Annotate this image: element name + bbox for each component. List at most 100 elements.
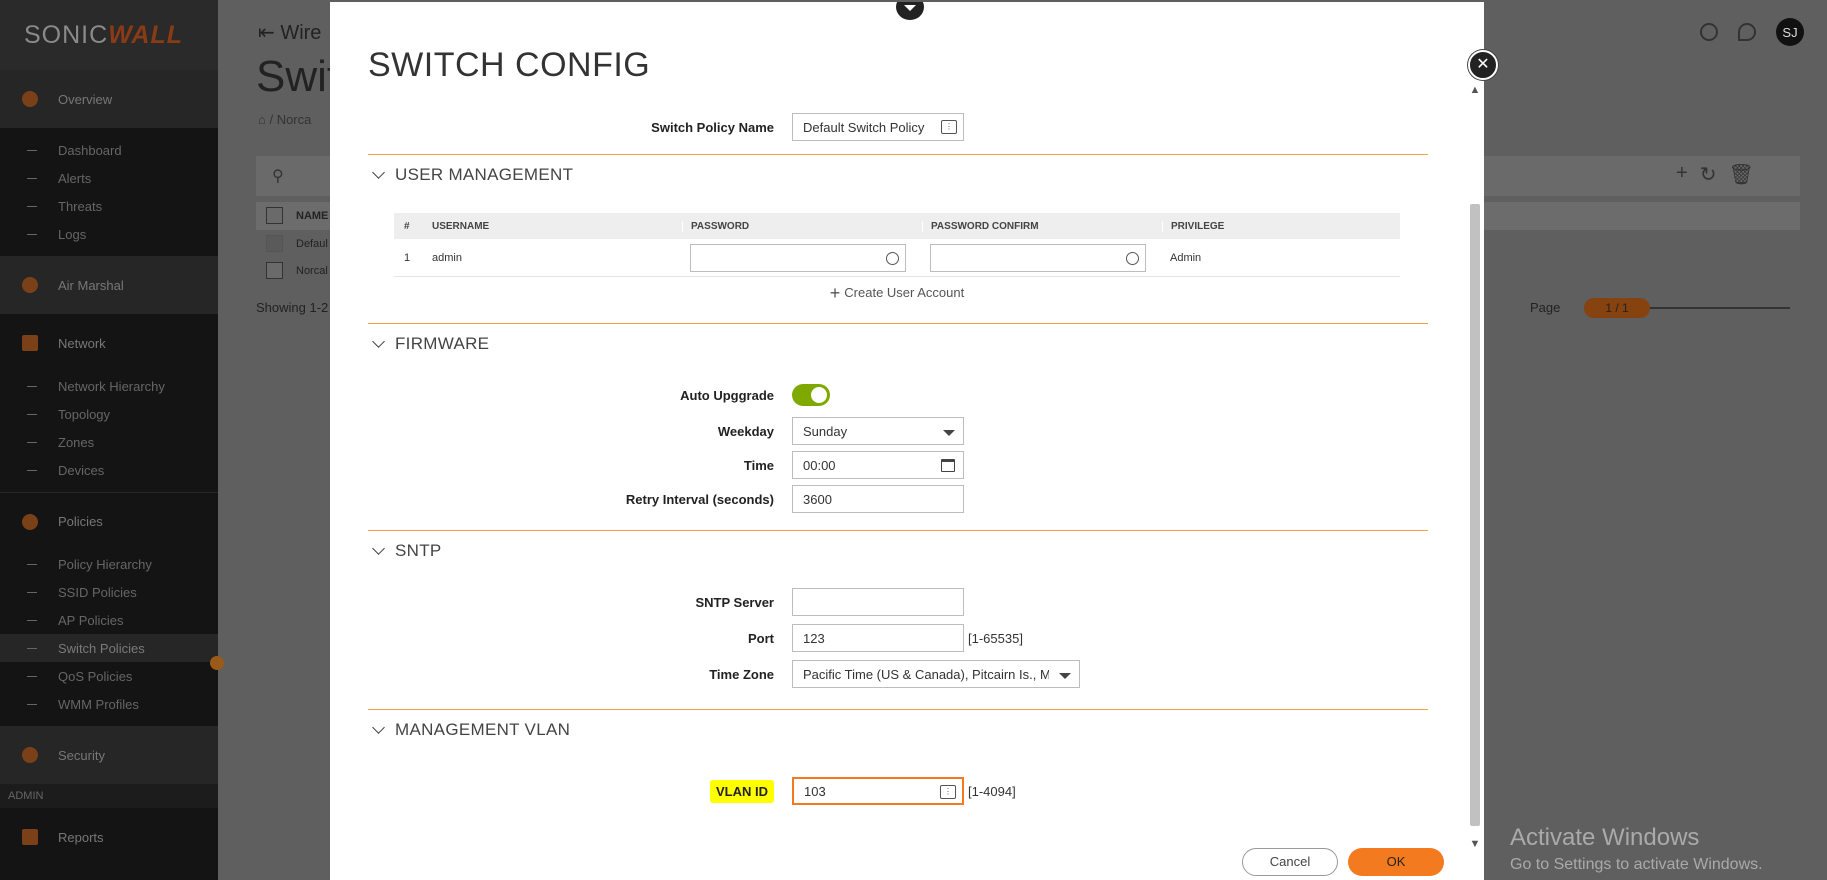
policy-name-field[interactable]: Default Switch Policy ⋮ <box>792 113 964 141</box>
nav-item-network-hierarchy[interactable]: Network Hierarchy <box>0 372 218 400</box>
admin-section-label: ADMIN <box>0 784 218 808</box>
bg-page-label: Page <box>1530 300 1561 315</box>
retry-interval-input[interactable]: 3600 <box>792 485 964 513</box>
nav-overview[interactable]: Overview <box>0 70 218 128</box>
nav-item-logs[interactable]: Logs <box>0 220 218 248</box>
field-info-icon: ⋮ <box>941 120 957 134</box>
nav-item-policy-hierarchy[interactable]: Policy Hierarchy <box>0 550 218 578</box>
row-checkbox[interactable] <box>266 262 283 279</box>
air-marshal-icon <box>22 277 38 293</box>
time-zone-row: Time Zone Pacific Time (US & Canada), Pi… <box>368 659 1428 689</box>
chevron-down-icon <box>372 335 385 348</box>
policy-name-row: Switch Policy Name Default Switch Policy… <box>368 112 1428 142</box>
eye-icon[interactable] <box>1126 251 1139 265</box>
chevron-down-icon <box>943 430 955 436</box>
vlan-id-input[interactable]: 103 ⋮ <box>792 777 964 805</box>
trash-icon[interactable]: 🗑 <box>1728 162 1753 187</box>
sidebar: SONIC WALL Overview Dashboard Alerts Thre… <box>0 0 218 880</box>
nav-item-ap-policies[interactable]: AP Policies <box>0 606 218 634</box>
nav-item-dashboard[interactable]: Dashboard <box>0 136 218 164</box>
vlan-id-label: VLAN ID <box>710 779 774 803</box>
weekday-row: Weekday Sunday <box>368 416 1428 446</box>
chevron-down-icon[interactable] <box>896 2 924 20</box>
nav-reports[interactable]: Reports <box>0 808 218 866</box>
section-sntp: SNTP SNTP Server Port 123 [1-65535] Time… <box>368 530 1428 709</box>
port-input[interactable]: 123 <box>792 624 964 652</box>
policy-name-label: Switch Policy Name <box>651 119 774 135</box>
user-table-header: # USERNAME PASSWORD PASSWORD CONFIRM PRI… <box>394 213 1400 239</box>
refresh-icon[interactable]: ↻ <box>1700 162 1717 187</box>
nav-item-ssid-policies[interactable]: SSID Policies <box>0 578 218 606</box>
modal-scrollbar[interactable]: ▲ ▼ <box>1466 82 1484 852</box>
firmware-toggle[interactable]: FIRMWARE <box>368 324 1428 364</box>
table-row: 1 admin Admin <box>394 239 1400 277</box>
user-table: # USERNAME PASSWORD PASSWORD CONFIRM PRI… <box>394 213 1400 309</box>
create-user-account-button[interactable]: + Create User Account <box>394 277 1400 309</box>
time-input[interactable]: 00:00 <box>792 451 964 479</box>
switch-config-modal: SWITCH CONFIG Switch Policy Name Default… <box>330 2 1484 880</box>
field-info-icon: ⋮ <box>940 785 956 799</box>
search-icon: ⚲ <box>272 168 284 185</box>
avatar[interactable]: SJ <box>1776 18 1804 46</box>
nav-item-topology[interactable]: Topology <box>0 400 218 428</box>
bg-showing-count: Showing 1-2 <box>256 300 329 315</box>
time-row: Time 00:00 <box>368 450 1428 480</box>
vlan-id-row: VLAN ID 103 ⋮ [1-4094] <box>368 776 1428 806</box>
auto-upgrade-toggle[interactable] <box>792 384 830 406</box>
shield-icon <box>22 747 38 763</box>
close-icon[interactable]: ✕ <box>1468 50 1498 80</box>
weekday-select[interactable]: Sunday <box>792 417 964 445</box>
alarm-icon[interactable] <box>1700 23 1718 41</box>
overview-icon <box>22 91 38 107</box>
sntp-server-input[interactable] <box>792 588 964 616</box>
nav-item-wmm-profiles[interactable]: WMM Profiles <box>0 690 218 718</box>
reports-icon <box>22 829 38 845</box>
password-input[interactable] <box>690 243 906 272</box>
nav-air-marshal[interactable]: Air Marshal <box>0 256 218 314</box>
management-vlan-toggle[interactable]: MANAGEMENT VLAN <box>368 710 1428 750</box>
bg-page-indicator[interactable]: 1 / 1 <box>1584 298 1650 318</box>
section-management-vlan: MANAGEMENT VLAN VLAN ID 103 ⋮ [1-4094] <box>368 709 1428 806</box>
nav-item-threats[interactable]: Threats <box>0 192 218 220</box>
section-firmware: FIRMWARE Auto Upggrade Weekday Sunday Ti… <box>368 323 1428 530</box>
chevron-down-icon <box>372 542 385 555</box>
eye-icon[interactable] <box>886 251 899 265</box>
bg-toolbar: + ↻ 🗑 <box>1676 162 1754 187</box>
time-zone-select[interactable]: Pacific Time (US & Canada), Pitcairn Is.… <box>792 660 1080 688</box>
nav-policies[interactable]: Policies <box>0 492 218 550</box>
calendar-icon[interactable] <box>941 459 955 472</box>
chevron-down-icon <box>372 721 385 734</box>
bg-page-slider[interactable] <box>1650 307 1790 309</box>
modal-content: Switch Policy Name Default Switch Policy… <box>368 112 1428 806</box>
nav-item-qos-policies[interactable]: QoS Policies <box>0 662 218 690</box>
scroll-down-icon[interactable]: ▼ <box>1466 836 1484 852</box>
nav-item-zones[interactable]: Zones <box>0 428 218 456</box>
password-confirm-input[interactable] <box>930 243 1146 272</box>
port-range-hint: [1-65535] <box>968 630 1023 646</box>
scroll-up-icon[interactable]: ▲ <box>1466 82 1484 98</box>
auto-upgrade-row: Auto Upggrade <box>368 380 1428 410</box>
breadcrumb: ⌂ / Norca <box>258 112 312 127</box>
sntp-server-row: SNTP Server <box>368 587 1428 617</box>
scroll-thumb[interactable] <box>1470 204 1480 826</box>
bg-heading: Swit <box>256 52 340 101</box>
network-icon <box>22 335 38 351</box>
add-icon[interactable]: + <box>1676 162 1688 187</box>
nav-network[interactable]: Network <box>0 314 218 372</box>
plus-icon: + <box>829 283 841 303</box>
retry-row: Retry Interval (seconds) 3600 <box>368 484 1428 514</box>
location-icon[interactable] <box>1738 23 1756 41</box>
nav-item-switch-policies[interactable]: Switch Policies <box>0 634 218 662</box>
nav-item-devices[interactable]: Devices <box>0 456 218 484</box>
cancel-button[interactable]: Cancel <box>1242 848 1338 876</box>
modal-title: SWITCH CONFIG <box>368 46 651 84</box>
ok-button[interactable]: OK <box>1348 848 1444 876</box>
sntp-toggle[interactable]: SNTP <box>368 531 1428 571</box>
select-all-checkbox[interactable] <box>266 207 283 224</box>
windows-watermark: Activate Windows Go to Settings to activ… <box>1510 824 1763 873</box>
nav-item-alerts[interactable]: Alerts <box>0 164 218 192</box>
user-management-toggle[interactable]: USER MANAGEMENT <box>368 155 1428 195</box>
section-user-management: USER MANAGEMENT # USERNAME PASSWORD PASS… <box>368 154 1428 323</box>
row-checkbox[interactable] <box>266 235 283 252</box>
nav-security[interactable]: Security <box>0 726 218 784</box>
